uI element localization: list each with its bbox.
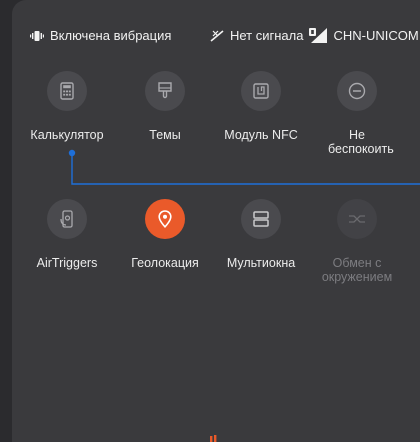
tile-location[interactable]: Геолокация	[118, 199, 212, 270]
tile-nfc[interactable]: Модуль NFC	[214, 71, 308, 142]
no-signal-icon	[210, 30, 224, 42]
tile-nfc-label: Модуль NFC	[224, 128, 298, 142]
tile-location-label: Геолокация	[131, 256, 199, 270]
location-pin-icon	[158, 210, 172, 228]
tile-airtriggers-label: AirTriggers	[36, 256, 98, 270]
vibration-status-text: Включена вибрация	[50, 28, 172, 43]
tile-calculator[interactable]: Калькулятор	[20, 71, 114, 142]
tile-multiwindow-button[interactable]	[241, 199, 281, 239]
brush-icon	[158, 82, 172, 99]
tile-nearby-share[interactable]: Обмен с окружением	[310, 199, 404, 284]
airtriggers-icon	[60, 210, 73, 228]
multiwindow-icon	[253, 211, 269, 227]
sim-signal-icon	[309, 28, 328, 43]
calculator-icon	[60, 82, 74, 100]
tile-airtriggers[interactable]: AirTriggers	[20, 199, 114, 270]
tile-calculator-button[interactable]	[47, 71, 87, 111]
do-not-disturb-icon	[348, 82, 366, 100]
nfc-icon	[253, 83, 269, 99]
tile-airtriggers-button[interactable]	[47, 199, 87, 239]
nearby-share-icon	[349, 215, 365, 223]
vibration-status: Включена вибрация	[30, 28, 171, 43]
tile-location-button[interactable]	[145, 199, 185, 239]
tile-nfc-button[interactable]	[241, 71, 281, 111]
carrier-name: CHN-UNICOM	[333, 28, 419, 43]
tile-multiwindow-label: Мультиокна	[226, 256, 296, 270]
tile-nearby-share-button[interactable]	[337, 199, 377, 239]
tile-nearby-share-label: Обмен с окружением	[321, 256, 393, 284]
network-status: Нет сигнала CHN-UNICOM	[210, 28, 419, 43]
tile-multiwindow[interactable]: Мультиокна	[214, 199, 308, 270]
no-signal-text: Нет сигнала	[230, 28, 304, 43]
tile-themes[interactable]: Темы	[118, 71, 212, 142]
tile-calculator-label: Калькулятор	[30, 128, 104, 142]
vibration-icon	[30, 30, 44, 41]
orange-glyph-fragment	[210, 435, 217, 442]
tile-themes-button[interactable]	[145, 71, 185, 111]
tile-do-not-disturb[interactable]: Не беспокоить	[310, 71, 404, 156]
tile-do-not-disturb-label: Не беспокоить	[328, 128, 394, 156]
tile-do-not-disturb-button[interactable]	[337, 71, 377, 111]
tile-themes-label: Темы	[149, 128, 181, 142]
quick-settings-screen: Включена вибрация Нет сигнала CHN-UNICOM	[0, 0, 420, 442]
